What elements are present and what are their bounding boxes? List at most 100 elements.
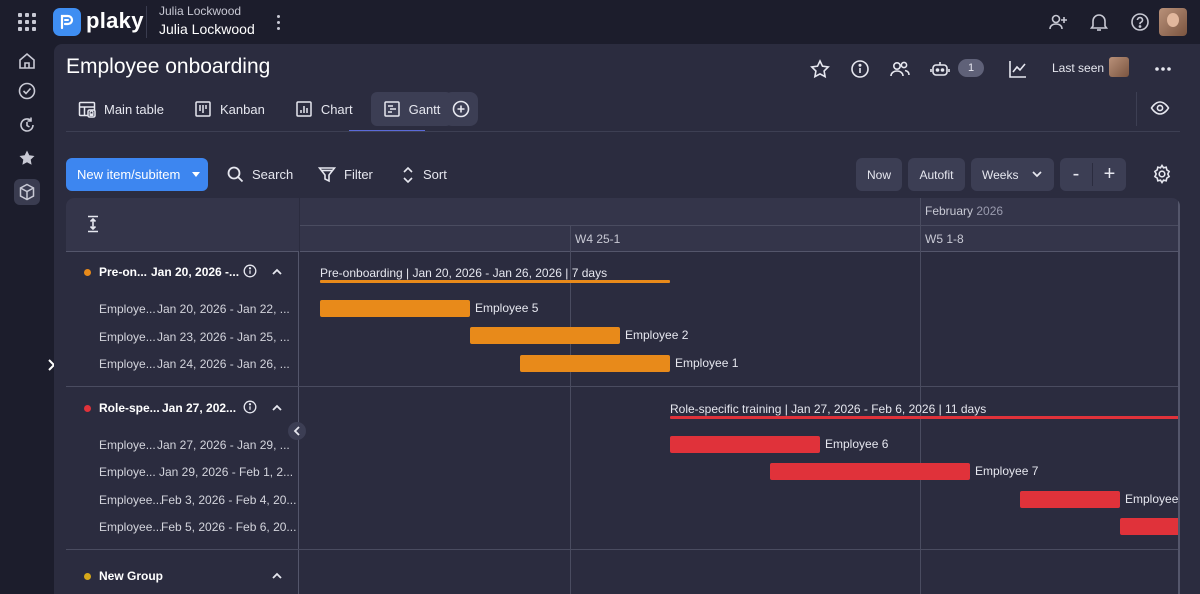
zoom-in-button[interactable]: + [1093,163,1126,186]
list-item[interactable]: Employee... Feb 5, 2026 - Feb 6, 20... [66,514,299,541]
group-row-role-specific[interactable]: Role-spe... Jan 27, 202... [66,391,299,425]
timescale-select[interactable]: Weeks [971,158,1054,191]
bell-icon[interactable] [1087,10,1111,34]
list-item[interactable]: Employee... Feb 3, 2026 - Feb 4, 20... [66,487,299,514]
eye-visibility-icon[interactable] [1148,96,1172,120]
favorites-star-icon[interactable] [14,145,40,171]
board-main: Employee onboarding 1 Last seen Main tab… [54,44,1200,594]
item-name: Employe... [99,330,156,344]
vertical-scrollbar[interactable] [1178,198,1180,594]
item-name: Employee... [99,520,163,534]
apps-grid-icon[interactable] [18,13,36,31]
task-bar[interactable] [670,436,820,453]
sort-label: Sort [423,167,447,182]
chevron-up-icon[interactable] [270,401,284,415]
sort-button[interactable]: Sort [401,158,447,191]
recent-icon[interactable] [14,112,40,138]
group-row-pre-onboarding[interactable]: Pre-on... Jan 20, 2026 -... [66,255,299,289]
tab-kanban[interactable]: Kanban [182,92,277,126]
week-label: W5 1-8 [925,232,964,246]
filter-button[interactable]: Filter [318,158,373,191]
task-bar-label: Employee 2 [625,328,689,342]
workspace-owner: Julia Lockwood [159,4,242,18]
timeline-header: February 2026 W4 25-1 W5 1-8 [300,198,1180,252]
tab-main-table[interactable]: Main table [66,92,176,126]
group-summary-bar[interactable] [670,416,1180,419]
search-label: Search [252,167,294,182]
item-name: Employe... [99,465,156,479]
last-seen-label[interactable]: Last seen [1052,61,1104,75]
timescale-value: Weeks [982,167,1019,182]
group-name: New Group [99,569,164,583]
invite-user-icon[interactable] [1046,10,1070,34]
now-button[interactable]: Now [856,158,902,191]
info-icon[interactable] [243,400,257,414]
item-dates: Jan 23, 2026 - Jan 25, ... [157,330,290,344]
automation-robot-icon[interactable] [928,57,952,81]
members-icon[interactable] [888,57,912,81]
task-bar[interactable] [520,355,670,372]
week-label: W4 25-1 [575,232,621,246]
task-bar[interactable] [770,463,970,480]
gantt-timeline: February 2026 W4 25-1 W5 1-8 Pre-onboard… [300,198,1180,594]
list-item[interactable]: Employe... Jan 27, 2026 - Jan 29, ... [66,432,299,459]
new-item-label: New item/subitem [77,167,181,182]
chevron-up-icon[interactable] [270,569,284,583]
my-work-icon[interactable] [14,78,40,104]
task-bar[interactable] [470,327,620,344]
divider [146,6,147,38]
star-icon[interactable] [808,57,832,81]
group-row-new-group[interactable]: New Group [66,559,299,593]
group-summary-label: Role-specific training | Jan 27, 2026 - … [670,402,987,416]
activity-chart-icon[interactable] [1006,57,1030,81]
task-bar-label: Employee 6 [825,437,889,451]
add-view-button[interactable] [444,92,478,126]
info-icon[interactable] [243,264,257,278]
workspace-name[interactable]: Julia Lockwood [159,21,255,37]
info-icon[interactable] [848,57,872,81]
workspace-cube-icon[interactable] [14,179,40,205]
group-date-range: Jan 27, 202... [162,401,237,415]
group-name: Pre-on... [99,265,148,279]
user-avatar[interactable] [1159,8,1187,36]
autofit-button[interactable]: Autofit [908,158,965,191]
search-button[interactable]: Search [227,158,293,191]
gantt-settings-gear-icon[interactable] [1150,162,1174,186]
list-item[interactable]: Employe... Jan 23, 2026 - Jan 25, ... [66,324,299,351]
more-options-icon[interactable] [1151,57,1175,81]
help-icon[interactable] [1128,10,1152,34]
divider [1136,92,1137,126]
board-title[interactable]: Employee onboarding [66,55,270,79]
item-dates: Jan 24, 2026 - Jan 26, ... [157,357,290,371]
filter-label: Filter [344,167,373,182]
tab-label: Kanban [219,101,265,117]
view-tabs: Main table Kanban Chart Gantt [66,92,453,128]
group-summary-bar[interactable] [320,280,670,283]
filter-icon [318,167,336,183]
task-bar[interactable] [1120,518,1180,535]
list-item[interactable]: Employe... Jan 20, 2026 - Jan 22, ... [66,296,299,323]
collapse-list-chevron-icon[interactable] [288,422,306,440]
task-bar[interactable] [1020,491,1120,508]
home-icon[interactable] [14,48,40,74]
last-seen-avatar[interactable] [1109,57,1129,77]
plaky-logo-icon[interactable] [53,8,81,36]
tab-gantt[interactable]: Gantt [370,92,453,126]
task-bar-label: Employee 5 [475,301,539,315]
task-bar[interactable] [320,300,470,317]
collapse-all-icon[interactable] [84,214,102,234]
zoom-out-button[interactable]: - [1060,163,1093,186]
list-item[interactable]: Employe... Jan 24, 2026 - Jan 26, ... [66,351,299,378]
new-item-button[interactable]: New item/subitem [66,158,208,191]
new-item-dropdown-caret-icon[interactable] [184,158,208,191]
chevron-up-icon[interactable] [270,265,284,279]
tab-label: Gantt [408,101,441,117]
task-bar-label: Employee 3 [1125,492,1180,506]
automation-count-badge: 1 [958,59,984,77]
list-item[interactable]: Employe... Jan 29, 2026 - Feb 1, 2... [66,459,299,486]
item-dates: Jan 27, 2026 - Jan 29, ... [157,438,290,452]
workspace-menu-icon[interactable] [272,12,284,32]
chevron-down-icon [1032,171,1042,178]
item-dates: Feb 5, 2026 - Feb 6, 20... [161,520,297,534]
tab-chart[interactable]: Chart [283,92,365,126]
